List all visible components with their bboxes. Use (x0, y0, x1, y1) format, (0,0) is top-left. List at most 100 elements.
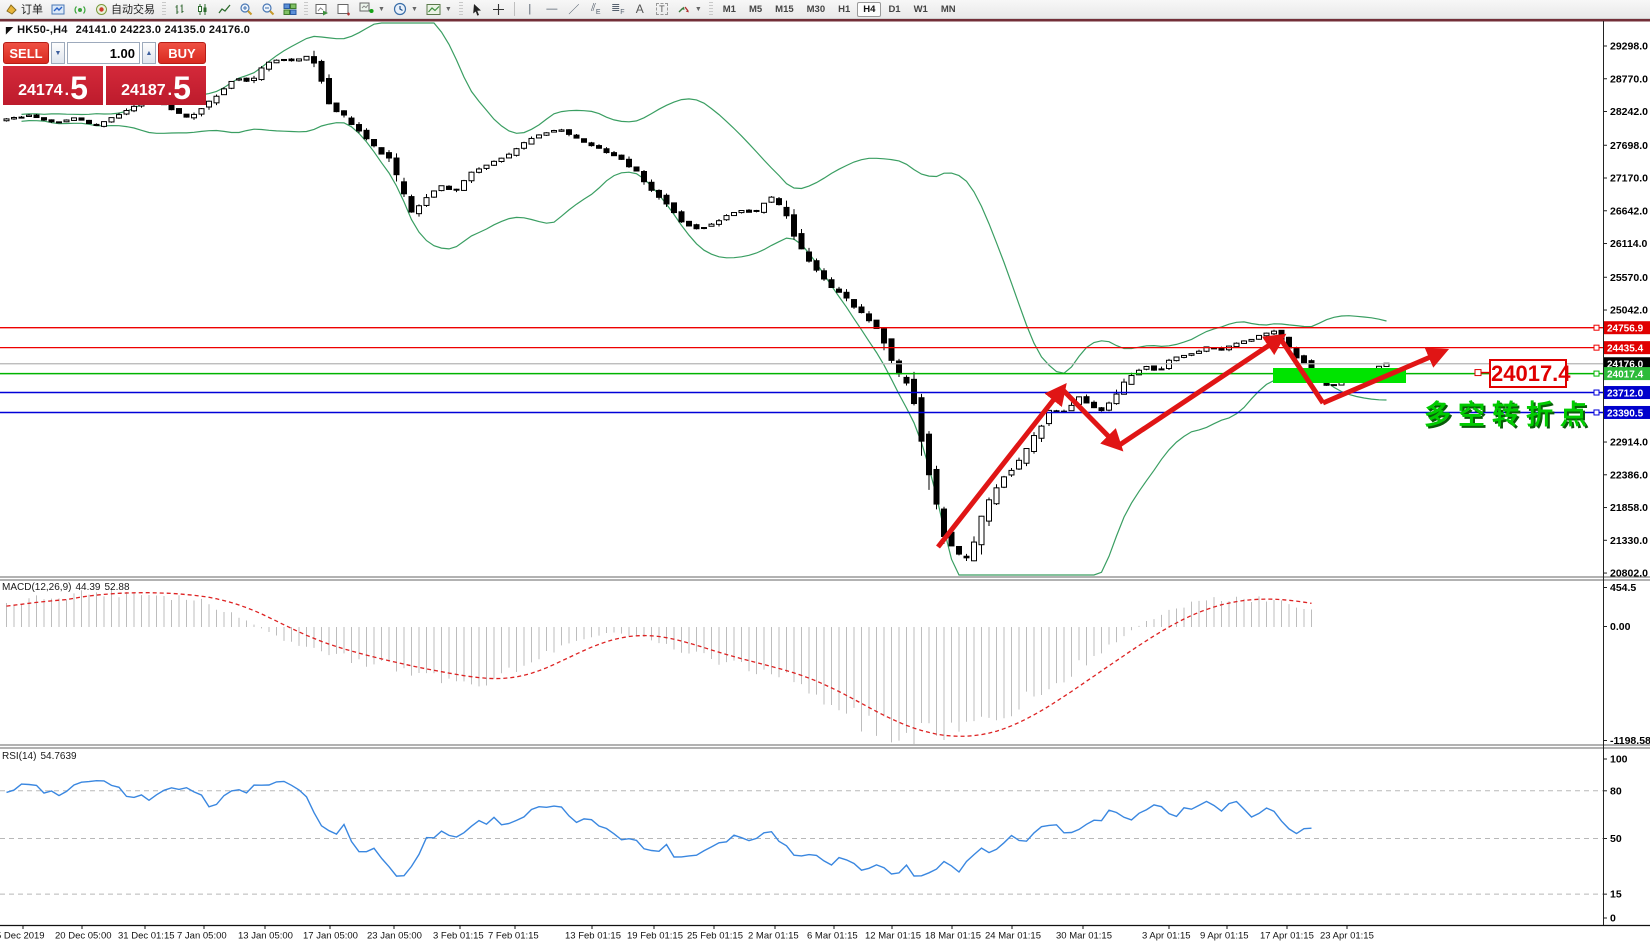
svg-text:25 Feb 01:15: 25 Feb 01:15 (687, 931, 743, 942)
gold-nugget-icon (6, 3, 17, 15)
svg-text:20 Dec 05:00: 20 Dec 05:00 (55, 931, 112, 942)
label-tool-button[interactable]: T (652, 1, 672, 18)
symbol-period: HK50-,H4 (17, 24, 68, 36)
svg-text:0: 0 (1610, 913, 1616, 925)
market-watch-icon (51, 4, 65, 14)
autotrade-button[interactable]: 自动交易 (92, 1, 158, 18)
cursor-tool-button[interactable] (467, 1, 487, 18)
svg-text:22914.0: 22914.0 (1610, 437, 1648, 449)
svg-text:24 Mar 01:15: 24 Mar 01:15 (985, 931, 1041, 942)
hline-tool-button[interactable]: — (542, 1, 562, 18)
ask-price-box[interactable]: 24187. 5 (106, 66, 206, 105)
volume-input[interactable] (67, 42, 140, 64)
macd-indicator-label: MACD(12,26,9) 44.39 52.88 (2, 582, 134, 593)
svg-text:20802.0: 20802.0 (1610, 568, 1648, 580)
svg-text:30 Mar 01:15: 30 Mar 01:15 (1056, 931, 1112, 942)
svg-text:25042.0: 25042.0 (1610, 305, 1648, 317)
candlestick-button[interactable] (192, 1, 212, 18)
periods-button[interactable]: ▼ (390, 1, 421, 18)
new-chart-plus-icon (359, 2, 374, 13)
vline-tool-button[interactable]: | (520, 1, 540, 18)
svg-text:12 Mar 01:15: 12 Mar 01:15 (865, 931, 921, 942)
signal-icon (74, 5, 86, 14)
chart-canvas[interactable]: 29298.0 28770.0 28242.0 27698.0 27170.0 26642… (0, 0, 1650, 944)
price-callout-label[interactable]: 24017.4 (1489, 359, 1571, 388)
fibonacci-icon: ≣F (611, 2, 625, 17)
svg-text:0.00: 0.00 (1610, 621, 1631, 633)
tf-button-m1[interactable]: M1 (717, 2, 742, 17)
bid-dot: . (64, 82, 70, 99)
line-chart-button[interactable] (214, 1, 234, 18)
sell-button[interactable]: SELL (3, 42, 49, 64)
svg-text:27698.0: 27698.0 (1610, 140, 1648, 152)
bar-chart-button[interactable] (170, 1, 190, 18)
arrows-tool-button[interactable]: ▼ (674, 1, 705, 18)
bid-price-box[interactable]: 24174. 5 (3, 66, 103, 105)
svg-text:29298.0: 29298.0 (1610, 41, 1648, 53)
macd-name: MACD(12,26,9) (2, 582, 72, 593)
dropdown-arrow-icon: ▼ (694, 5, 702, 13)
chart-shift-icon (337, 3, 350, 15)
timeframe-toolbar: M1 M5 M15 M30 H1 H4 D1 W1 MN (717, 1, 962, 17)
zoom-out-icon (262, 3, 275, 16)
macd-value: 44.39 (75, 582, 101, 593)
tf-button-h1[interactable]: H1 (832, 2, 856, 17)
arrows-icon (678, 6, 689, 13)
chart-top-border (0, 19, 1650, 22)
tf-button-m30[interactable]: M30 (801, 2, 831, 17)
line-chart-icon (217, 4, 230, 13)
svg-text:13 Jan 05:00: 13 Jan 05:00 (238, 931, 293, 942)
buy-button[interactable]: BUY (158, 42, 206, 64)
tile-windows-icon (283, 3, 297, 15)
svg-text:27170.0: 27170.0 (1610, 173, 1648, 185)
tf-button-m15[interactable]: M15 (769, 2, 799, 17)
tf-button-w1[interactable]: W1 (908, 2, 934, 17)
svg-text:15: 15 (1610, 889, 1622, 901)
volume-increase-button[interactable]: ▲ (142, 42, 156, 64)
chart-title: ◤ HK50-,H4 24141.0 24223.0 24135.0 24176.0 (6, 24, 250, 36)
tf-button-h4[interactable]: H4 (857, 1, 882, 17)
bid-fraction: 5 (70, 69, 88, 106)
svg-text:17 Apr 01:15: 17 Apr 01:15 (1260, 931, 1314, 942)
volume-decrease-button[interactable]: ▼ (51, 42, 65, 64)
svg-text:23 Jan 05:00: 23 Jan 05:00 (367, 931, 422, 942)
tf-button-m5[interactable]: M5 (743, 2, 768, 17)
new-chart-button[interactable]: ▼ (356, 1, 388, 18)
zoom-in-button[interactable] (236, 1, 256, 18)
tf-button-d1[interactable]: D1 (882, 2, 906, 17)
templates-button[interactable]: ▼ (423, 1, 455, 18)
new-order-button[interactable]: 订单 (2, 1, 46, 18)
text-tool-button[interactable]: A (630, 1, 650, 18)
ask-dot: . (167, 82, 173, 99)
tile-windows-button[interactable] (280, 1, 300, 18)
chart-shift-button[interactable] (334, 1, 354, 18)
svg-text:23712.0: 23712.0 (1607, 389, 1644, 400)
dropdown-arrow-icon: ▼ (444, 5, 452, 13)
toolbar-grip (708, 2, 713, 16)
svg-text:18 Mar 01:15: 18 Mar 01:15 (925, 931, 981, 942)
zoom-out-button[interactable] (258, 1, 278, 18)
svg-text:24017.4: 24017.4 (1607, 370, 1644, 381)
signals-button[interactable] (70, 1, 90, 18)
main-toolbar: 订单 自动交易 ▼ ▼ ▼ | — ／ ⫽E ≣F A T ▼ M1 M5 M1… (0, 0, 1650, 19)
market-watch-button[interactable] (48, 1, 68, 18)
svg-text:28770.0: 28770.0 (1610, 73, 1648, 85)
svg-text:24756.9: 24756.9 (1607, 324, 1644, 335)
crosshair-tool-button[interactable] (489, 1, 509, 18)
toolbar-grip (304, 2, 308, 16)
svg-text:13 Feb 01:15: 13 Feb 01:15 (565, 931, 621, 942)
tf-button-mn[interactable]: MN (935, 2, 962, 17)
svg-text:28242.0: 28242.0 (1610, 106, 1648, 118)
toolbar-grip (458, 2, 463, 16)
dropdown-arrow-icon: ▼ (378, 5, 385, 13)
svg-text:23390.5: 23390.5 (1607, 408, 1644, 419)
new-order-label: 订单 (21, 4, 43, 16)
svg-text:26642.0: 26642.0 (1610, 205, 1648, 217)
trendline-tool-button[interactable]: ／ (564, 1, 584, 18)
channel-tool-button[interactable]: ⫽E (586, 1, 606, 18)
strategy-test-button[interactable] (312, 1, 332, 18)
svg-text:6 Mar 01:15: 6 Mar 01:15 (807, 931, 858, 942)
rsi-value: 54.7639 (40, 751, 77, 762)
fibonacci-tool-button[interactable]: ≣F (608, 1, 628, 18)
symbol-marker-icon: ◤ (6, 25, 14, 35)
